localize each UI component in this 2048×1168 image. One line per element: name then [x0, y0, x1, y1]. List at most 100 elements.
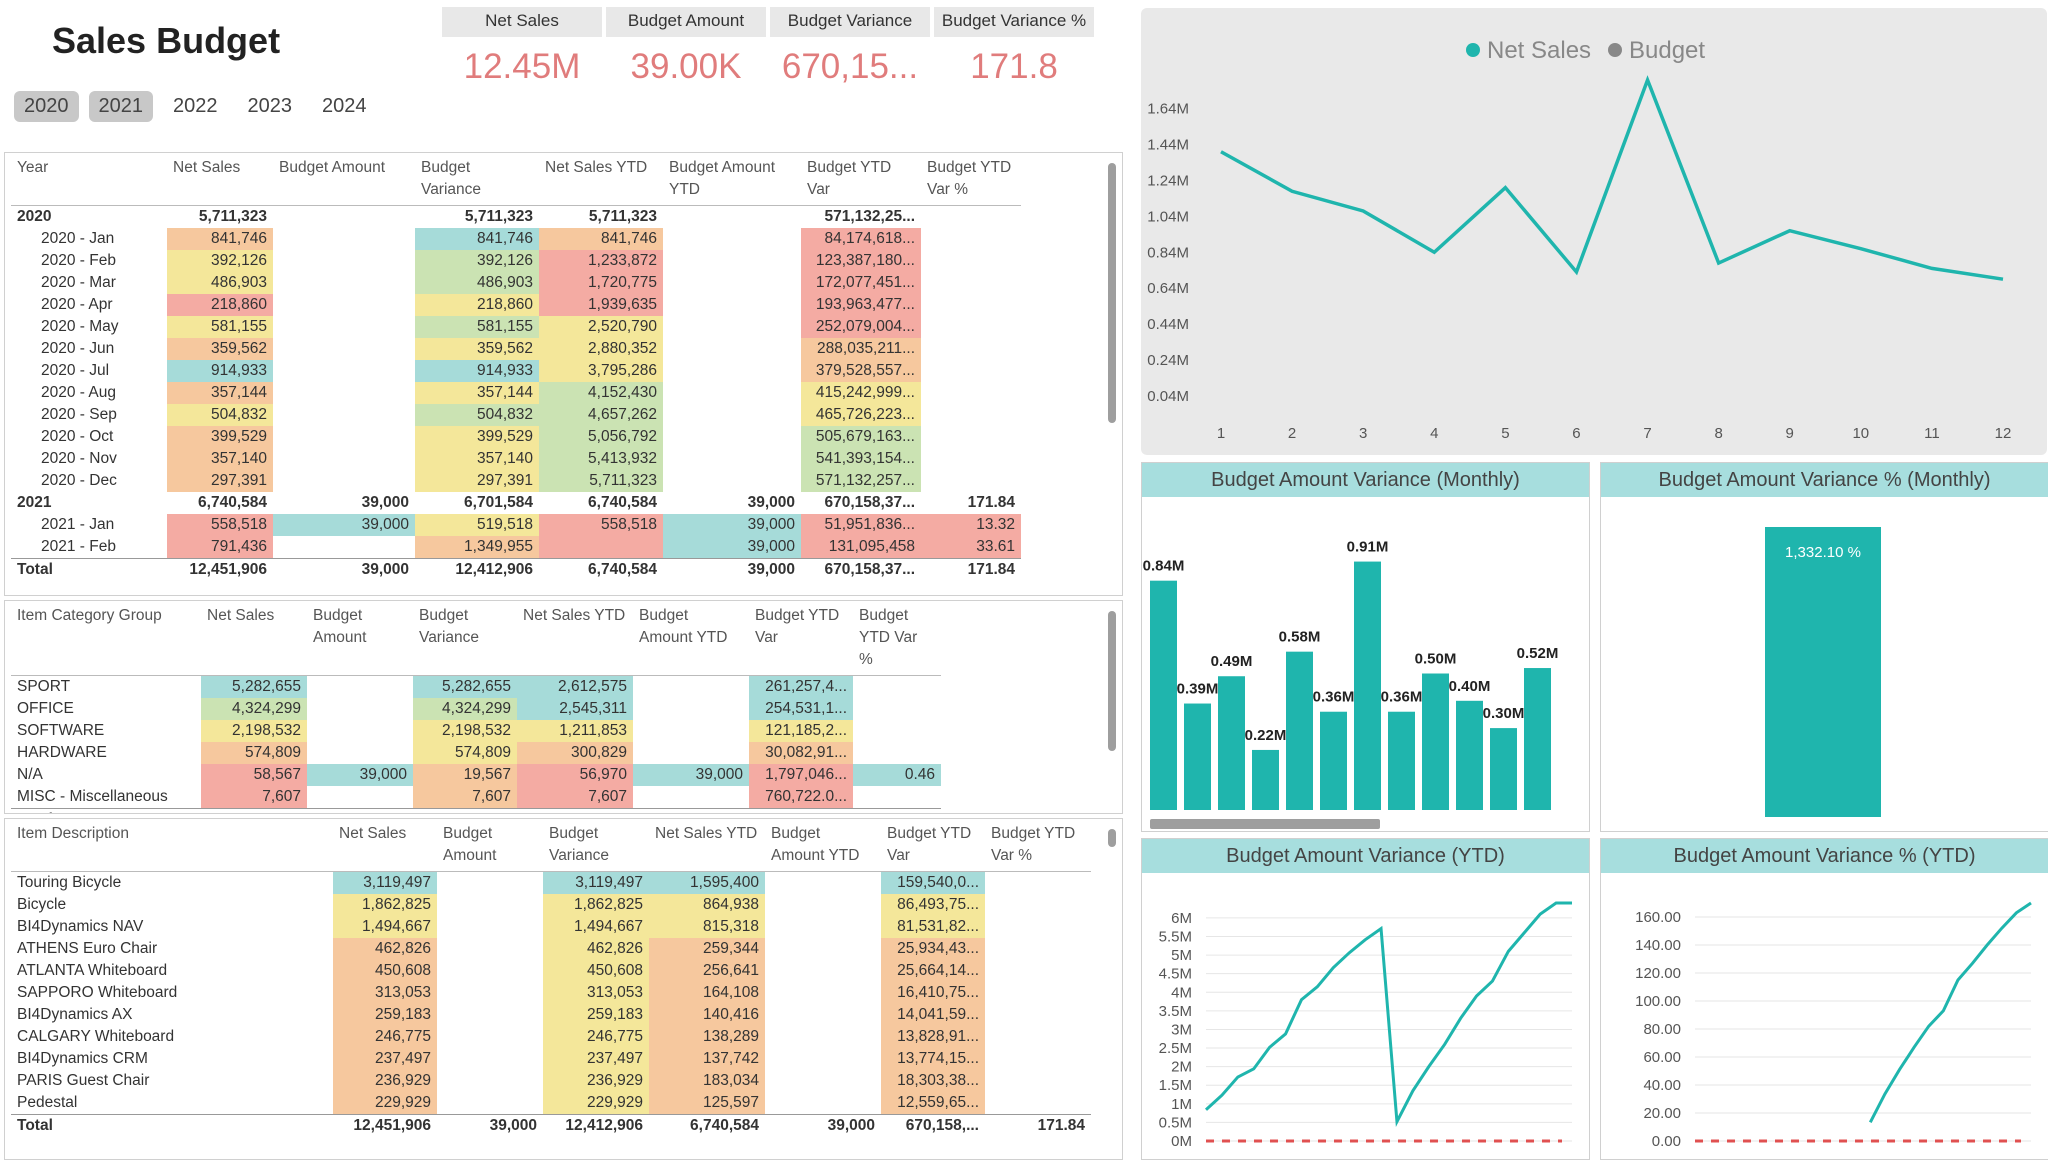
column-header[interactable]: Budget YTD Var %	[853, 601, 941, 676]
table-cell: 558,518	[539, 514, 663, 536]
column-header[interactable]: Item Description	[11, 819, 333, 872]
table-row[interactable]: N/A 58,567 39,000 19,567 56,970 39,000 1,797,0…	[11, 764, 941, 786]
table-row[interactable]: Touring Bicycle 3,119,497 3,119,497 1,595,4…	[11, 871, 1091, 895]
column-header[interactable]: Net Sales	[167, 153, 273, 206]
table-cell: SPORT	[17, 678, 71, 695]
column-header[interactable]: Budget Amount YTD	[633, 601, 749, 676]
category-matrix-table: Item Category Group Net Sales Budget Amoun…	[11, 601, 941, 813]
table-row[interactable]: 2020 - Mar 486,903 486,903 1,720,775 172,077…	[11, 272, 1021, 294]
x-tick-label: 11	[1924, 425, 1940, 442]
table-cell: 914,933	[167, 360, 273, 382]
y-tick-label: 6M	[1171, 910, 1192, 927]
table-row[interactable]: 2020 - Sep 504,832 504,832 4,657,262 465,726…	[11, 404, 1021, 426]
ytd-variance-chart[interactable]: Budget Amount Variance (YTD) 6M 5.5M 5M 4.5…	[1141, 838, 1590, 1160]
table-row[interactable]: 2020 - Jun 359,562 359,562 2,880,352 288,035…	[11, 338, 1021, 360]
table-row[interactable]: 2020 - Feb 392,126 392,126 1,233,872 123,387…	[11, 250, 1021, 272]
table-row[interactable]: 2020 5,711,323 5,711,323 5,711,323 571,132,2…	[11, 206, 1021, 229]
table-cell	[921, 294, 1021, 316]
table-row[interactable]: 2020 - Apr 218,860 218,860 1,939,635 193,963…	[11, 294, 1021, 316]
table-cell: 12,451,906	[201, 808, 307, 813]
table-row[interactable]: 2021 - Feb 791,436 1,349,955 39,000 131,095,…	[11, 536, 1021, 559]
column-header[interactable]: Year	[11, 153, 167, 206]
table-cell: 33.61	[921, 536, 1021, 559]
table-row[interactable]: 2020 - Jul 914,933 914,933 3,795,286 379,528…	[11, 360, 1021, 382]
year-button-2021[interactable]: 2021	[88, 91, 153, 122]
table-cell	[853, 698, 941, 720]
column-header[interactable]: Budget Amount YTD	[663, 153, 801, 206]
scrollbar[interactable]	[1108, 611, 1116, 751]
year-button-2022[interactable]: 2022	[163, 91, 228, 122]
table-row[interactable]: PARIS Guest Chair 236,929 236,929 183,034 18…	[11, 1070, 1091, 1092]
column-header[interactable]: Budget YTD Var %	[985, 819, 1091, 872]
column-header[interactable]: Net Sales	[201, 601, 307, 676]
table-row[interactable]: BI4Dynamics CRM 237,497 237,497 137,742 13,7…	[11, 1048, 1091, 1070]
year-matrix[interactable]: Year Net Sales Budget Amount Budget Varianc…	[4, 152, 1123, 596]
column-header[interactable]: Budget Amount	[273, 153, 415, 206]
column-header[interactable]: Budget YTD Var	[801, 153, 921, 206]
net-sales-line-chart[interactable]: Net Sales Budget 1.64M 1.44M 1.24M 1.04M 0.84M…	[1141, 8, 2047, 455]
column-header[interactable]: Item Category Group	[11, 601, 201, 676]
table-row[interactable]: 2020 - Aug 357,144 357,144 4,152,430 415,242…	[11, 382, 1021, 404]
column-header[interactable]: Budget Amount	[437, 819, 543, 872]
table-row[interactable]: SAPPORO Whiteboard 313,053 313,053 164,108 1…	[11, 982, 1091, 1004]
table-row[interactable]: Bicycle 1,862,825 1,862,825 864,938 86,493,7…	[11, 894, 1091, 916]
column-header[interactable]: Budget YTD Var %	[921, 153, 1021, 206]
table-row[interactable]: CALGARY Whiteboard 246,775 246,775 138,289 1…	[11, 1026, 1091, 1048]
legend-marker-budget	[1608, 43, 1622, 57]
table-cell: 6,740,584	[198, 494, 267, 511]
table-row[interactable]: Pedestal 229,929 229,929 125,597 12,559,65..…	[11, 1092, 1091, 1115]
item-matrix[interactable]: Item Description Net Sales Budget Amount Bu…	[4, 818, 1123, 1160]
table-row[interactable]: 2020 - Dec 297,391 297,391 5,711,323 571,132…	[11, 470, 1021, 492]
table-row[interactable]: BI4Dynamics NAV 1,494,667 1,494,667 815,318…	[11, 916, 1091, 938]
year-button-2024[interactable]: 2024	[312, 91, 377, 122]
table-cell: 313,053	[543, 982, 649, 1004]
table-row[interactable]: 2020 - Jan 841,746 841,746 841,746 84,174,61…	[11, 228, 1021, 250]
table-cell	[853, 742, 941, 764]
table-row[interactable]: ATHENS Euro Chair 462,826 462,826 259,344 25…	[11, 938, 1091, 960]
column-header[interactable]: Net Sales YTD	[539, 153, 663, 206]
table-row[interactable]: BI4Dynamics AX 259,183 259,183 140,416 14,04…	[11, 1004, 1091, 1026]
table-cell	[437, 872, 543, 895]
table-row[interactable]: SPORT 5,282,655 5,282,655 2,612,575 261,257,…	[11, 675, 941, 698]
table-cell: 5,413,932	[539, 448, 663, 470]
monthly-variance-chart[interactable]: Budget Amount Variance (Monthly) 0.84M 0.…	[1141, 462, 1590, 832]
table-row[interactable]: ATLANTA Whiteboard 450,608 450,608 256,641 2…	[11, 960, 1091, 982]
item-matrix-table: Item Description Net Sales Budget Amount Bu…	[11, 819, 1091, 1137]
table-row[interactable]: 2020 - May 581,155 581,155 2,520,790 252,079…	[11, 316, 1021, 338]
column-header[interactable]: Net Sales	[333, 819, 437, 872]
column-header[interactable]: Budget Amount YTD	[765, 819, 881, 872]
table-row[interactable]: 2020 - Oct 399,529 399,529 5,056,792 505,679…	[11, 426, 1021, 448]
table-cell	[307, 720, 413, 742]
table-row[interactable]: SOFTWARE 2,198,532 2,198,532 1,211,853 121,1…	[11, 720, 941, 742]
table-cell: 6,740,584	[588, 494, 657, 511]
table-cell: 3,119,497	[333, 871, 437, 894]
table-cell: 2021 - Jan	[41, 516, 115, 533]
data-label: 0.50M	[1415, 651, 1457, 668]
table-row[interactable]: MISC - Miscellaneous 7,607 7,607 7,607 760,7…	[11, 786, 941, 809]
scrollbar[interactable]	[1108, 163, 1116, 423]
column-header[interactable]: Budget Variance	[413, 601, 517, 676]
table-row[interactable]: OFFICE 4,324,299 4,324,299 2,545,311 254,531…	[11, 698, 941, 720]
table-row[interactable]: HARDWARE 574,809 574,809 300,829 30,082,91..…	[11, 742, 941, 764]
column-header[interactable]: Net Sales YTD	[649, 819, 765, 872]
table-cell	[985, 1026, 1091, 1048]
year-button-2020[interactable]: 2020	[14, 91, 79, 122]
column-header[interactable]: Budget Amount	[307, 601, 413, 676]
category-matrix[interactable]: Item Category Group Net Sales Budget Amoun…	[4, 600, 1123, 814]
table-cell: 574,809	[201, 742, 307, 764]
column-header[interactable]: Budget YTD Var	[749, 601, 853, 676]
data-label: 0.39M	[1177, 681, 1219, 698]
monthly-variance-pct-chart[interactable]: Budget Amount Variance % (Monthly) 1,332…	[1600, 462, 2048, 832]
ytd-variance-pct-chart[interactable]: Budget Amount Variance % (YTD) 160.00 140…	[1600, 838, 2048, 1160]
column-header[interactable]: Budget Variance	[543, 819, 649, 872]
horizontal-scrollbar[interactable]	[1150, 819, 1380, 829]
year-button-2023[interactable]: 2023	[238, 91, 303, 122]
column-header[interactable]: Budget YTD Var	[881, 819, 985, 872]
scrollbar[interactable]	[1108, 829, 1116, 847]
column-header[interactable]: Budget Variance	[415, 153, 539, 206]
table-row[interactable]: 2020 - Nov 357,140 357,140 5,413,932 541,393…	[11, 448, 1021, 470]
column-header[interactable]: Net Sales YTD	[517, 601, 633, 676]
table-row[interactable]: 2021 6,740,584 39,000 6,701,584 6,740,584 39,…	[11, 492, 1021, 514]
table-row[interactable]: 2021 - Jan 558,518 39,000 519,518 558,518 39,…	[11, 514, 1021, 536]
table-cell	[307, 786, 413, 809]
